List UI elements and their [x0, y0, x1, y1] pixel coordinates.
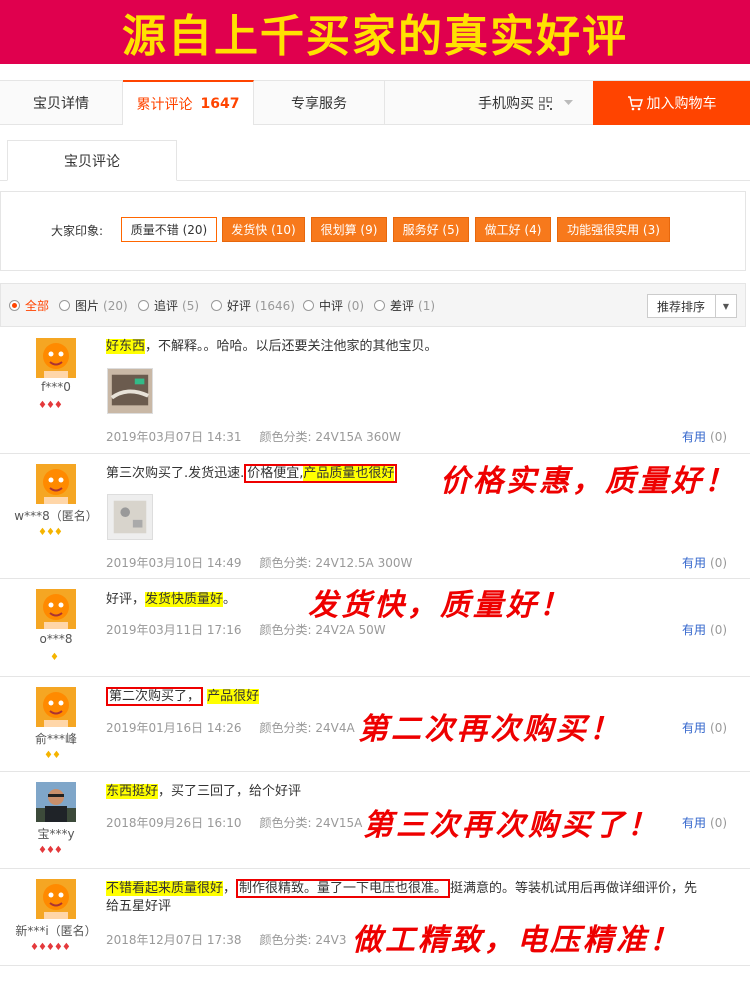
- rank-diamond-icon: ♦♦: [44, 750, 61, 761]
- rank-diamond-icon: ♦♦♦♦♦: [30, 942, 71, 953]
- tab-reviews[interactable]: 累计评论 1647: [123, 80, 254, 125]
- impression-tag[interactable]: 服务好 (5): [393, 217, 469, 242]
- impression-tag[interactable]: 很划算 (9): [311, 217, 387, 242]
- promo-annotation: 发货快，质量好！: [308, 588, 572, 623]
- banner-title: 源自上千买家的真实好评: [122, 11, 628, 62]
- filter-bar: 全部 图片 (20) 追评 (5) 好评 (1646) 中评 (0) 差评 (1) 推荐排…: [0, 283, 746, 327]
- cart-icon: [627, 95, 643, 110]
- sort-select[interactable]: 推荐排序 ▼: [647, 294, 737, 318]
- review-username: 俞***峰: [34, 732, 77, 746]
- useful-button[interactable]: 有用 (0): [682, 428, 727, 445]
- review-text: 第三次购买了.发货迅速. 价格便宜,产品质量也很好: [106, 464, 398, 483]
- review-meta: 2018年09月26日 16:10 颜色分类: 24V15A: [106, 816, 363, 830]
- promo-annotation: 第二次再次购买！: [358, 712, 622, 747]
- tab-item-reviews[interactable]: 宝贝评论: [7, 140, 177, 181]
- review-text: 不错看起来质量很好， 制作很精致。量了一下电压也很准。 挺满意的。等装机试用后再做详…: [106, 879, 698, 914]
- avatar-icon: [36, 464, 76, 504]
- review-meta: 2019年01月16日 14:26 颜色分类: 24V4A: [106, 721, 355, 735]
- useful-button[interactable]: 有用 (0): [682, 814, 727, 831]
- review-meta: 2018年12月07日 17:38 颜色分类: 24V3: [106, 933, 347, 947]
- avatar-icon: [36, 879, 76, 919]
- avatar-photo: [36, 782, 76, 822]
- tab-mobile-buy[interactable]: 手机购买: [385, 81, 593, 125]
- filter-neutral[interactable]: 中评 (0): [303, 297, 364, 314]
- review-username: w***8（匿名）: [14, 509, 98, 523]
- avatar-icon: [36, 687, 76, 727]
- caret-down-icon: [564, 100, 573, 105]
- review-photo-thumbnail[interactable]: [107, 368, 153, 414]
- tab-bar: 宝贝详情 累计评论 1647 专享服务 手机购买 加入购物车: [0, 80, 750, 125]
- impression-label: 大家印象:: [51, 224, 104, 238]
- filter-followup[interactable]: 追评 (5): [138, 297, 199, 314]
- review-username: 新***i（匿名）: [15, 924, 97, 938]
- filter-negative[interactable]: 差评 (1): [374, 297, 435, 314]
- useful-button[interactable]: 有用 (0): [682, 554, 727, 571]
- promo-annotation: 做工精致，电压精准！: [352, 923, 682, 958]
- review-text: 好评，发货快质量好。: [106, 592, 237, 607]
- review-photo-thumbnail[interactable]: [107, 494, 153, 540]
- rank-diamond-icon: ♦♦♦: [38, 527, 63, 538]
- avatar-icon: [36, 338, 76, 378]
- promo-banner: 源自上千买家的真实好评: [0, 0, 750, 64]
- review-username: o***8: [39, 632, 73, 646]
- filter-images[interactable]: 图片 (20): [59, 297, 128, 314]
- avatar-icon: [36, 589, 76, 629]
- chevron-down-icon: ▼: [715, 295, 736, 317]
- rank-diamond-icon: ♦♦♦: [38, 400, 63, 411]
- impression-tag[interactable]: 功能强很实用 (3): [557, 217, 670, 242]
- review-meta: 2019年03月07日 14:31 颜色分类: 24V15A 360W: [106, 430, 401, 444]
- review-item: f***0 ♦♦♦ 好东西，不解释。。哈哈。以后还要关注他家的其他宝贝。 201…: [0, 328, 750, 454]
- promo-annotation: 价格实惠，质量好！: [440, 464, 737, 499]
- useful-button[interactable]: 有用 (0): [682, 621, 727, 638]
- filter-positive[interactable]: 好评 (1646): [211, 297, 295, 314]
- impression-tag[interactable]: 质量不错 (20): [121, 217, 217, 242]
- rank-diamond-icon: ♦: [50, 652, 59, 663]
- rank-diamond-icon: ♦♦♦: [38, 845, 63, 856]
- filter-all[interactable]: 全部: [9, 297, 53, 314]
- tab-details[interactable]: 宝贝详情: [0, 81, 123, 125]
- review-meta: 2019年03月10日 14:49 颜色分类: 24V12.5A 300W: [106, 556, 413, 570]
- impression-tag[interactable]: 发货快 (10): [222, 217, 305, 242]
- promo-annotation: 第三次再次购买了！: [363, 808, 660, 843]
- review-count: 1647: [200, 95, 240, 112]
- impression-tag[interactable]: 做工好 (4): [475, 217, 551, 242]
- useful-button[interactable]: 有用 (0): [682, 719, 727, 736]
- add-to-cart-button[interactable]: 加入购物车: [593, 81, 750, 125]
- review-text: 第二次购买了， 产品很好: [106, 687, 260, 706]
- review-username: f***0: [41, 380, 71, 394]
- review-text: 东西挺好，买了三回了，给个好评: [106, 784, 302, 799]
- review-username: 宝***y: [37, 827, 75, 841]
- review-text: 好东西，不解释。。哈哈。以后还要关注他家的其他宝贝。: [106, 339, 438, 354]
- tab-services[interactable]: 专享服务: [254, 81, 385, 125]
- qrcode-icon: [539, 96, 552, 110]
